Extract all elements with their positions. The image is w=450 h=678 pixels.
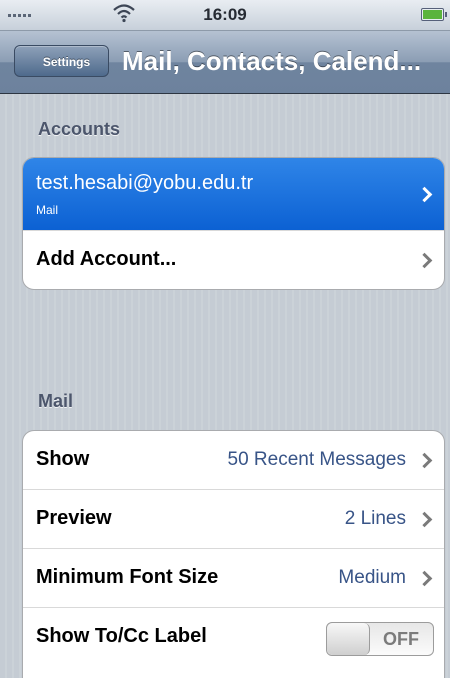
chevron-right-icon xyxy=(416,252,433,269)
accounts-group: test.hesabi@yobu.edu.tr Mail Add Account… xyxy=(22,157,445,290)
toggle-state-label: OFF xyxy=(383,629,419,649)
preview-row[interactable]: Preview 2 Lines xyxy=(23,490,444,549)
accounts-section-header: Accounts xyxy=(38,119,121,139)
account-type: Mail xyxy=(36,203,59,217)
mail-settings-group: Show 50 Recent Messages Preview 2 Lines … xyxy=(22,430,445,678)
status-time: 16:09 xyxy=(203,5,247,24)
minimum-font-size-value: Medium xyxy=(338,567,406,588)
show-to-cc-label-row: Show To/Cc Label OFF xyxy=(23,608,444,666)
chevron-right-icon xyxy=(416,570,433,587)
navigation-bar: Settings Mail, Contacts, Calend... xyxy=(0,31,450,94)
status-bar: 16:09 xyxy=(0,0,450,31)
mail-section-header: Mail xyxy=(38,391,74,411)
show-to-cc-label: Show To/Cc Label xyxy=(36,625,207,647)
account-row[interactable]: test.hesabi@yobu.edu.tr Mail xyxy=(23,158,444,231)
minimum-font-size-row[interactable]: Minimum Font Size Medium xyxy=(23,549,444,608)
chevron-right-icon xyxy=(416,511,433,528)
add-account-label: Add Account... xyxy=(36,248,177,270)
preview-label: Preview xyxy=(36,507,112,529)
show-to-cc-toggle[interactable]: OFF xyxy=(326,622,434,656)
preview-value: 2 Lines xyxy=(344,508,406,529)
show-value: 50 Recent Messages xyxy=(227,449,407,470)
toggle-knob xyxy=(327,623,370,655)
add-account-row[interactable]: Add Account... xyxy=(23,231,444,289)
show-row[interactable]: Show 50 Recent Messages xyxy=(23,431,444,490)
chevron-right-icon xyxy=(416,186,433,203)
page-title: Mail, Contacts, Calend... xyxy=(122,46,422,76)
chevron-right-icon xyxy=(416,452,433,469)
battery-icon xyxy=(421,8,447,21)
back-button[interactable]: Settings xyxy=(14,45,109,77)
show-label: Show xyxy=(36,448,90,470)
account-email: test.hesabi@yobu.edu.tr xyxy=(36,172,254,194)
minimum-font-size-label: Minimum Font Size xyxy=(36,566,219,588)
